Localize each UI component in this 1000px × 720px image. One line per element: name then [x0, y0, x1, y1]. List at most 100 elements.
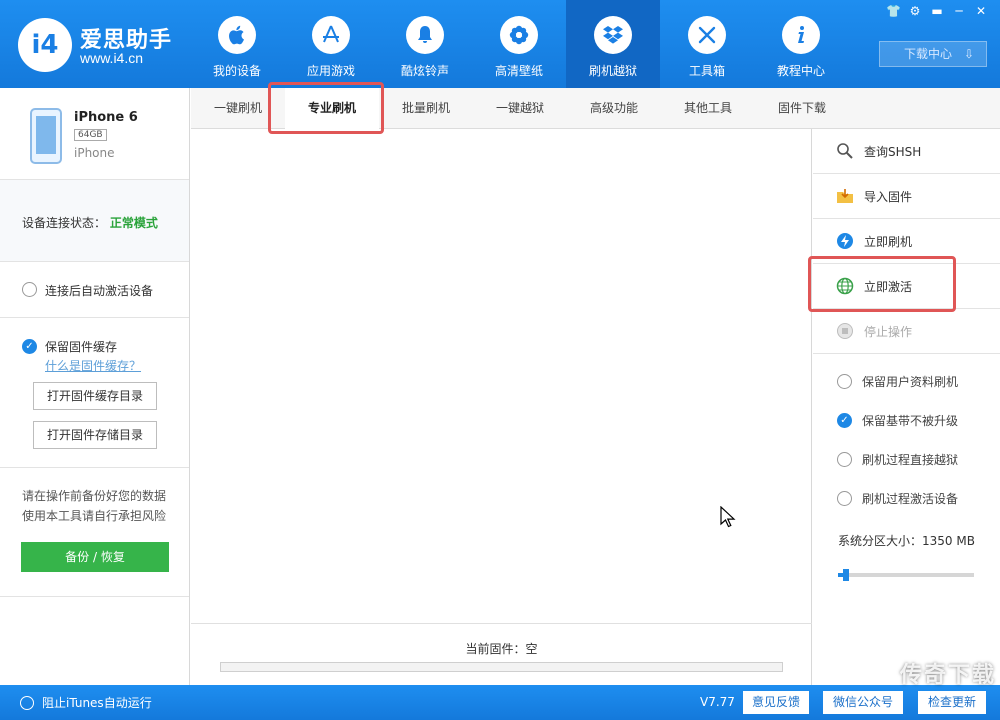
- version-label: V7.77: [700, 695, 735, 709]
- device-name: iPhone 6: [74, 110, 138, 125]
- auto-activate-label: 连接后自动激活设备: [45, 284, 154, 298]
- radio-unchecked-icon[interactable]: [22, 282, 37, 297]
- warning-line: 使用本工具请自行承担风险: [22, 509, 167, 523]
- watermark: 传奇下载: [900, 663, 997, 688]
- menu-icon[interactable]: ▬: [930, 4, 944, 18]
- nav-flash-jailbreak[interactable]: 刷机越狱: [566, 0, 660, 88]
- checkbox-checked-icon[interactable]: ✓: [22, 339, 37, 354]
- option-activate-during-flash[interactable]: 刷机过程激活设备: [813, 479, 1000, 518]
- radio-unchecked-icon[interactable]: [20, 695, 34, 710]
- radio-unchecked-icon[interactable]: [837, 374, 852, 389]
- nav-toolbox[interactable]: 工具箱: [660, 0, 754, 88]
- gear-icon[interactable]: ⚙: [908, 4, 922, 18]
- right-panel: 查询SHSH 导入固件 立即刷机 立即激活 停止操作 保留用户资料刷机 ✓ 保留…: [813, 129, 1000, 685]
- backup-restore-button[interactable]: 备份 / 恢复: [21, 542, 169, 572]
- open-storage-dir-button[interactable]: 打开固件存储目录: [33, 421, 157, 449]
- nav-label: 酷炫铃声: [400, 64, 449, 78]
- import-folder-icon: [837, 189, 853, 203]
- header: i4 爱思助手 www.i4.cn 我的设备 应用游戏 酷炫铃声 高清壁纸 刷机…: [0, 0, 1000, 88]
- app-store-icon: [312, 16, 350, 54]
- status-value: 正常模式: [109, 216, 158, 230]
- nav-label: 刷机越狱: [588, 64, 637, 78]
- current-firmware-label: 当前固件：空: [465, 642, 538, 656]
- checkbox-checked-icon[interactable]: ✓: [837, 413, 852, 428]
- info-icon: [782, 16, 820, 54]
- download-icon: ⇩: [963, 47, 974, 61]
- device-card: iPhone 6 64GB iPhone: [0, 88, 189, 180]
- warning-line: 请在操作前备份好您的数据: [22, 489, 167, 503]
- tab-advanced[interactable]: 高级功能: [567, 88, 661, 128]
- open-cache-dir-button[interactable]: 打开固件缓存目录: [33, 382, 157, 410]
- flash-progress-bar: [220, 662, 783, 672]
- close-icon[interactable]: ✕: [974, 4, 988, 18]
- left-panel: iPhone 6 64GB iPhone 设备连接状态： 正常模式 连接后自动激…: [0, 88, 190, 685]
- action-label: 导入固件: [864, 189, 913, 204]
- nav-ringtones[interactable]: 酷炫铃声: [378, 0, 472, 88]
- keep-cache-label: 保留固件缓存: [45, 340, 118, 354]
- footer: 阻止iTunes自动运行 V7.77 意见反馈 微信公众号 检查更新: [0, 685, 1000, 720]
- cache-section: ✓ 保留固件缓存 什么是固件缓存？ 打开固件缓存目录 打开固件存储目录: [0, 318, 189, 468]
- check-update-button[interactable]: 检查更新: [918, 691, 986, 714]
- connection-status: 设备连接状态： 正常模式: [0, 180, 189, 262]
- tab-one-click-jailbreak[interactable]: 一键越狱: [473, 88, 567, 128]
- slider-handle[interactable]: [843, 569, 850, 581]
- nav-wallpapers[interactable]: 高清壁纸: [472, 0, 566, 88]
- tab-batch-flash[interactable]: 批量刷机: [379, 88, 473, 128]
- brand-url: www.i4.cn: [80, 50, 144, 66]
- option-keep-baseband[interactable]: ✓ 保留基带不被升级: [813, 401, 1000, 440]
- highlight-pro-flash-tab: [268, 82, 384, 134]
- nav-tutorials[interactable]: 教程中心: [754, 0, 848, 88]
- download-center-label: 下载中心: [904, 47, 953, 61]
- action-label: 查询SHSH: [864, 144, 922, 159]
- what-is-cache-link[interactable]: 什么是固件缓存？: [45, 357, 189, 374]
- nav-label: 我的设备: [212, 64, 261, 78]
- partition-size-label: 系统分区大小：1350 MB: [838, 534, 975, 548]
- nav-my-device[interactable]: 我的设备: [190, 0, 284, 88]
- search-shsh-icon: [837, 143, 853, 159]
- action-label: 停止操作: [864, 324, 913, 339]
- highlight-activate-now: [808, 256, 956, 312]
- flash-options: 保留用户资料刷机 ✓ 保留基带不被升级 刷机过程直接越狱 刷机过程激活设备: [813, 354, 1000, 518]
- option-label: 保留用户资料刷机: [862, 375, 959, 389]
- option-jailbreak-during-flash[interactable]: 刷机过程直接越狱: [813, 440, 1000, 479]
- radio-unchecked-icon[interactable]: [837, 452, 852, 467]
- nav-label: 工具箱: [688, 64, 725, 78]
- download-center-button[interactable]: 下载中心 ⇩: [879, 41, 987, 67]
- nav-apps[interactable]: 应用游戏: [284, 0, 378, 88]
- block-itunes-label: 阻止iTunes自动运行: [42, 696, 152, 710]
- nav-label: 高清壁纸: [494, 64, 543, 78]
- stop-operation-button[interactable]: 停止操作: [813, 309, 1000, 354]
- device-capacity: 64GB: [74, 129, 107, 141]
- logo: i4: [18, 18, 72, 72]
- apple-icon: [218, 16, 256, 54]
- tools-icon: [688, 16, 726, 54]
- tab-firmware-download[interactable]: 固件下载: [755, 88, 849, 128]
- bell-icon: [406, 16, 444, 54]
- main-content: 当前固件：空: [191, 129, 812, 685]
- dropbox-icon: [594, 16, 632, 54]
- stop-icon: [837, 323, 853, 339]
- status-label: 设备连接状态：: [22, 216, 107, 230]
- block-itunes-option[interactable]: 阻止iTunes自动运行: [20, 694, 152, 711]
- wechat-button[interactable]: 微信公众号: [823, 691, 903, 714]
- tab-other-tools[interactable]: 其他工具: [661, 88, 755, 128]
- partition-size-slider[interactable]: [838, 569, 974, 581]
- warning-section: 请在操作前备份好您的数据 使用本工具请自行承担风险 备份 / 恢复: [0, 468, 189, 597]
- minimize-icon[interactable]: ─: [952, 4, 966, 18]
- feedback-button[interactable]: 意见反馈: [743, 691, 809, 714]
- logo-mark: i4: [31, 30, 59, 60]
- action-label: 立即刷机: [864, 234, 913, 249]
- nav-label: 教程中心: [776, 64, 825, 78]
- auto-activate-option[interactable]: 连接后自动激活设备: [0, 262, 189, 318]
- nav-label: 应用游戏: [306, 64, 355, 78]
- radio-unchecked-icon[interactable]: [837, 491, 852, 506]
- option-keep-user-data[interactable]: 保留用户资料刷机: [813, 362, 1000, 401]
- skin-icon[interactable]: 👕: [886, 4, 901, 18]
- iphone-icon: [30, 108, 62, 164]
- option-label: 刷机过程直接越狱: [862, 453, 959, 467]
- import-firmware-button[interactable]: 导入固件: [813, 174, 1000, 219]
- flash-icon: [837, 233, 853, 249]
- mouse-cursor-icon: [720, 506, 736, 528]
- query-shsh-button[interactable]: 查询SHSH: [813, 129, 1000, 174]
- option-label: 保留基带不被升级: [862, 414, 959, 428]
